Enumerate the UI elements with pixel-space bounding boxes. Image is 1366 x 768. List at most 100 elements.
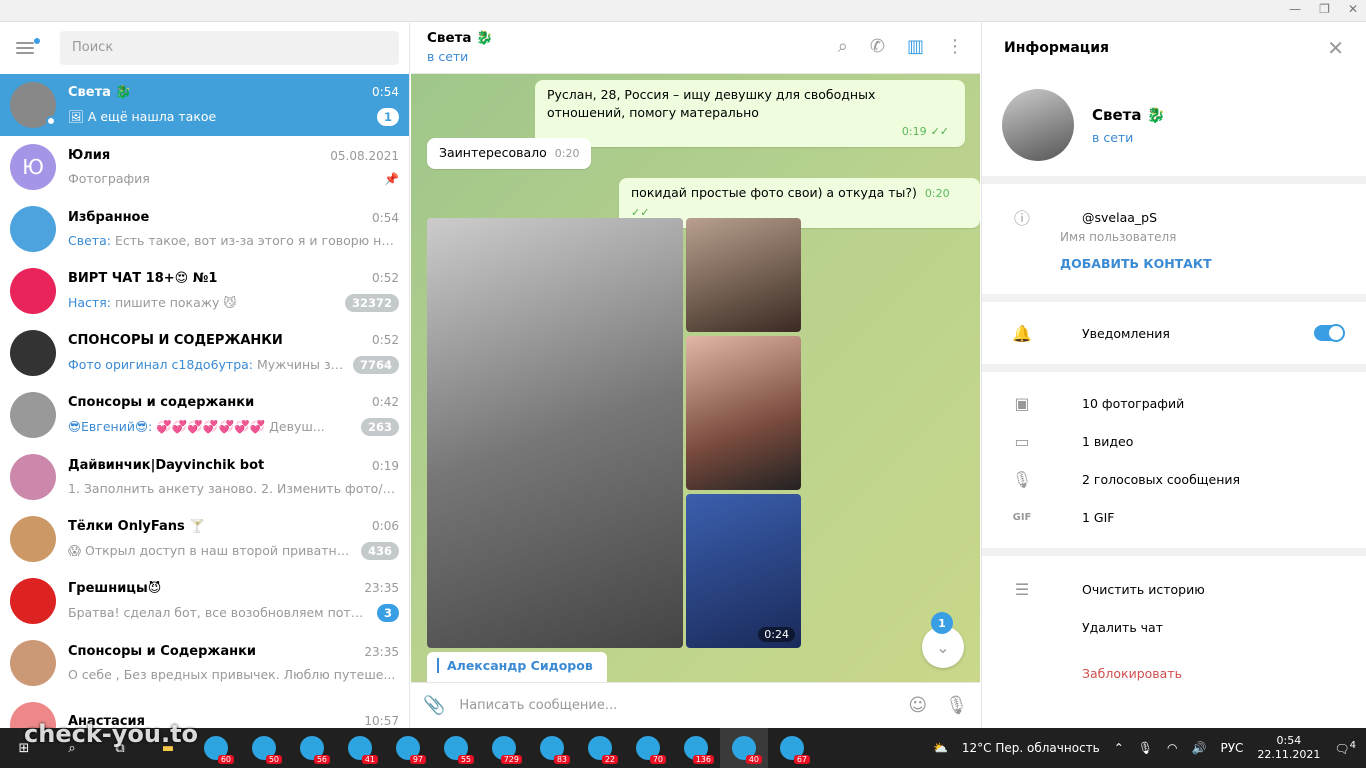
chat-name: Света 🐉 bbox=[68, 84, 132, 100]
chat-item[interactable]: Анастасия 10:57 bbox=[0, 694, 409, 728]
avatar[interactable] bbox=[1002, 89, 1074, 161]
bell-icon: 🔔 bbox=[1012, 323, 1032, 343]
weather-text[interactable]: 12°C Пер. облачность bbox=[962, 741, 1100, 755]
telegram-taskbar-icon[interactable]: 83 bbox=[528, 728, 576, 768]
minimize-icon[interactable]: — bbox=[1289, 2, 1301, 16]
chevron-up-icon[interactable]: ⌃ bbox=[1114, 741, 1124, 755]
photo-icon: ▣ bbox=[1014, 393, 1030, 413]
album-photo[interactable] bbox=[686, 218, 801, 332]
microphone-icon[interactable]: 🎙 bbox=[945, 695, 968, 716]
telegram-taskbar-icon[interactable]: 97 bbox=[384, 728, 432, 768]
videos-row[interactable]: ▭ 1 видео bbox=[982, 422, 1366, 460]
chat-item[interactable]: Грешницы😈 23:35 Братва! сделал бот, все во… bbox=[0, 570, 409, 632]
notifications-icon[interactable]: 🗨4 bbox=[1334, 740, 1356, 756]
chat-item[interactable]: Дайвинчик|Dayvinchik bot 0:19 1. Заполнить… bbox=[0, 446, 409, 508]
voice-row[interactable]: 🎙 2 голосовых сообщения bbox=[982, 460, 1366, 498]
photos-row[interactable]: ▣ 10 фотографий bbox=[982, 384, 1366, 422]
close-icon[interactable]: ✕ bbox=[1327, 36, 1344, 60]
chat-item[interactable]: Ю Юлия 05.08.2021 Фотография 📌 bbox=[0, 136, 409, 198]
chat-item[interactable]: Избранное 0:54 Света: Есть такое, вот из-з… bbox=[0, 198, 409, 260]
telegram-taskbar-icon[interactable]: 136 bbox=[672, 728, 720, 768]
profile-status: в сети bbox=[1092, 129, 1134, 145]
message-incoming[interactable]: Заинтересовало 0:20 bbox=[427, 138, 592, 169]
volume-icon[interactable]: 🔊 bbox=[1192, 741, 1207, 755]
notifications-toggle[interactable] bbox=[1314, 324, 1345, 342]
album-photo[interactable] bbox=[686, 336, 801, 490]
chat-name: Анастасия bbox=[68, 713, 145, 729]
emoji-icon[interactable]: ☺ bbox=[908, 695, 927, 716]
chat-item[interactable]: ВИРТ ЧАТ 18+😍 №1 0:52 Настя: пишите покажу… bbox=[0, 260, 409, 322]
album-video[interactable]: 0:24 bbox=[686, 494, 801, 648]
wifi-icon[interactable]: ◠ bbox=[1167, 741, 1177, 755]
delete-chat-button[interactable]: Удалить чат bbox=[982, 608, 1366, 646]
chat-preview: 1. Заполнить анкету заново. 2. Изменить … bbox=[68, 481, 399, 496]
chat-item[interactable]: СПОНСОРЫ И СОДЕРЖАНКИ 0:52 Фото оригинал с… bbox=[0, 322, 409, 384]
block-button[interactable]: Заблокировать bbox=[982, 654, 1366, 692]
close-window-icon[interactable]: ✕ bbox=[1348, 2, 1358, 16]
telegram-taskbar-icon[interactable]: 729 bbox=[480, 728, 528, 768]
search-icon[interactable]: ⌕ bbox=[838, 36, 848, 57]
notifications-label: Уведомления bbox=[1082, 325, 1170, 341]
windows-start-icon[interactable]: ⊞ bbox=[0, 728, 48, 768]
chat-item[interactable]: Спонсоры и Содержанки 23:35 О себе , Без в… bbox=[0, 632, 409, 694]
telegram-taskbar-icon[interactable]: 60 bbox=[192, 728, 240, 768]
clear-history-button[interactable]: ☰ Очистить историю bbox=[982, 570, 1366, 608]
chat-item[interactable]: Спонсоры и содержанки 0:42 😎Евгений😎: 💞💞💞💞… bbox=[0, 384, 409, 446]
telegram-taskbar-icon[interactable]: 56 bbox=[288, 728, 336, 768]
search-icon[interactable]: ⌕ bbox=[48, 728, 96, 768]
unread-badge: 32372 bbox=[344, 293, 399, 312]
attach-icon[interactable]: 📎 bbox=[423, 695, 445, 716]
gif-row[interactable]: GIF 1 GIF bbox=[982, 498, 1366, 536]
mic-tray-icon[interactable]: 🎙 bbox=[1138, 741, 1153, 755]
chat-header[interactable]: Света 🐉 в сети ⌕ ✆ ▥ ⋮ bbox=[411, 22, 980, 74]
chat-preview: Света: Есть такое, вот из-за этого я и г… bbox=[68, 233, 399, 248]
profile-name: Света 🐉 bbox=[1092, 105, 1166, 124]
conversation-panel: Света 🐉 в сети ⌕ ✆ ▥ ⋮ Руслан, 28, Росси… bbox=[411, 22, 980, 728]
telegram-taskbar-icon[interactable]: 22 bbox=[576, 728, 624, 768]
chat-name: Юлия bbox=[68, 148, 111, 163]
chat-preview: 😱 Открыл доступ в наш второй приватный к… bbox=[68, 543, 353, 558]
username[interactable]: @svelaa_pS bbox=[1082, 210, 1157, 225]
telegram-taskbar-icon[interactable]: 67 bbox=[768, 728, 816, 768]
search-input[interactable]: Поиск bbox=[60, 31, 399, 65]
chat-name: Спонсоры и содержанки bbox=[68, 394, 255, 410]
chat-preview: Фотография bbox=[68, 171, 150, 186]
forwarded-from[interactable]: Александр Сидоров bbox=[427, 652, 607, 682]
telegram-taskbar-icon[interactable]: 41 bbox=[336, 728, 384, 768]
chat-time: 05.08.2021 bbox=[330, 148, 399, 163]
telegram-taskbar-icon[interactable]: 55 bbox=[432, 728, 480, 768]
language-indicator[interactable]: РУС bbox=[1220, 741, 1243, 755]
message-area[interactable]: Руслан, 28, Россия – ищу девушку для сво… bbox=[411, 74, 980, 682]
add-contact-button[interactable]: ДОБАВИТЬ КОНТАКТ bbox=[1060, 244, 1366, 284]
chat-preview: О себе , Без вредных привычек. Люблю пут… bbox=[68, 667, 396, 682]
chat-name: СПОНСОРЫ И СОДЕРЖАНКИ bbox=[68, 332, 283, 348]
chat-time: 0:52 bbox=[372, 333, 399, 347]
chat-time: 0:19 bbox=[372, 458, 399, 473]
task-view-icon[interactable]: ⧉ bbox=[96, 728, 144, 768]
clock[interactable]: 0:54 22.11.2021 bbox=[1257, 734, 1320, 762]
chat-item[interactable]: Света 🐉 0:54 🖼 А ещё нашла такое 1 bbox=[0, 74, 409, 136]
avatar bbox=[10, 392, 56, 438]
unread-badge: 1 bbox=[376, 107, 399, 126]
message-outgoing[interactable]: Руслан, 28, Россия – ищу девушку для сво… bbox=[535, 80, 965, 147]
chat-preview: Фото оригинал с18до6утра: Мужчины здрав.… bbox=[68, 357, 345, 372]
telegram-taskbar-icon[interactable]: 50 bbox=[240, 728, 288, 768]
avatar bbox=[10, 454, 56, 500]
menu-icon[interactable] bbox=[16, 36, 40, 60]
unread-badge: 7764 bbox=[352, 355, 399, 374]
info-panel: Информация ✕ Света 🐉 в сети ⓘ @svelaa_pS … bbox=[981, 22, 1366, 728]
more-icon[interactable]: ⋮ bbox=[946, 36, 964, 57]
explorer-icon[interactable]: ▬ bbox=[144, 728, 192, 768]
telegram-taskbar-icon[interactable]: 40 bbox=[720, 728, 768, 768]
album-photo-main[interactable] bbox=[427, 218, 683, 648]
chat-name: Грешницы😈 bbox=[68, 580, 162, 596]
phone-icon[interactable]: ✆ bbox=[870, 36, 885, 57]
unread-badge: 436 bbox=[360, 541, 399, 560]
maximize-icon[interactable]: ❐ bbox=[1319, 2, 1330, 16]
chat-name: Дайвинчик|Dayvinchik bot bbox=[68, 458, 265, 473]
chat-item[interactable]: Тёлки OnlyFans 🍸 0:06 😱 Открыл доступ в на… bbox=[0, 508, 409, 570]
message-input[interactable]: Написать сообщение... bbox=[445, 698, 890, 713]
sidebar-toggle-icon[interactable]: ▥ bbox=[907, 36, 924, 57]
telegram-taskbar-icon[interactable]: 70 bbox=[624, 728, 672, 768]
chat-time: 23:35 bbox=[364, 581, 399, 595]
